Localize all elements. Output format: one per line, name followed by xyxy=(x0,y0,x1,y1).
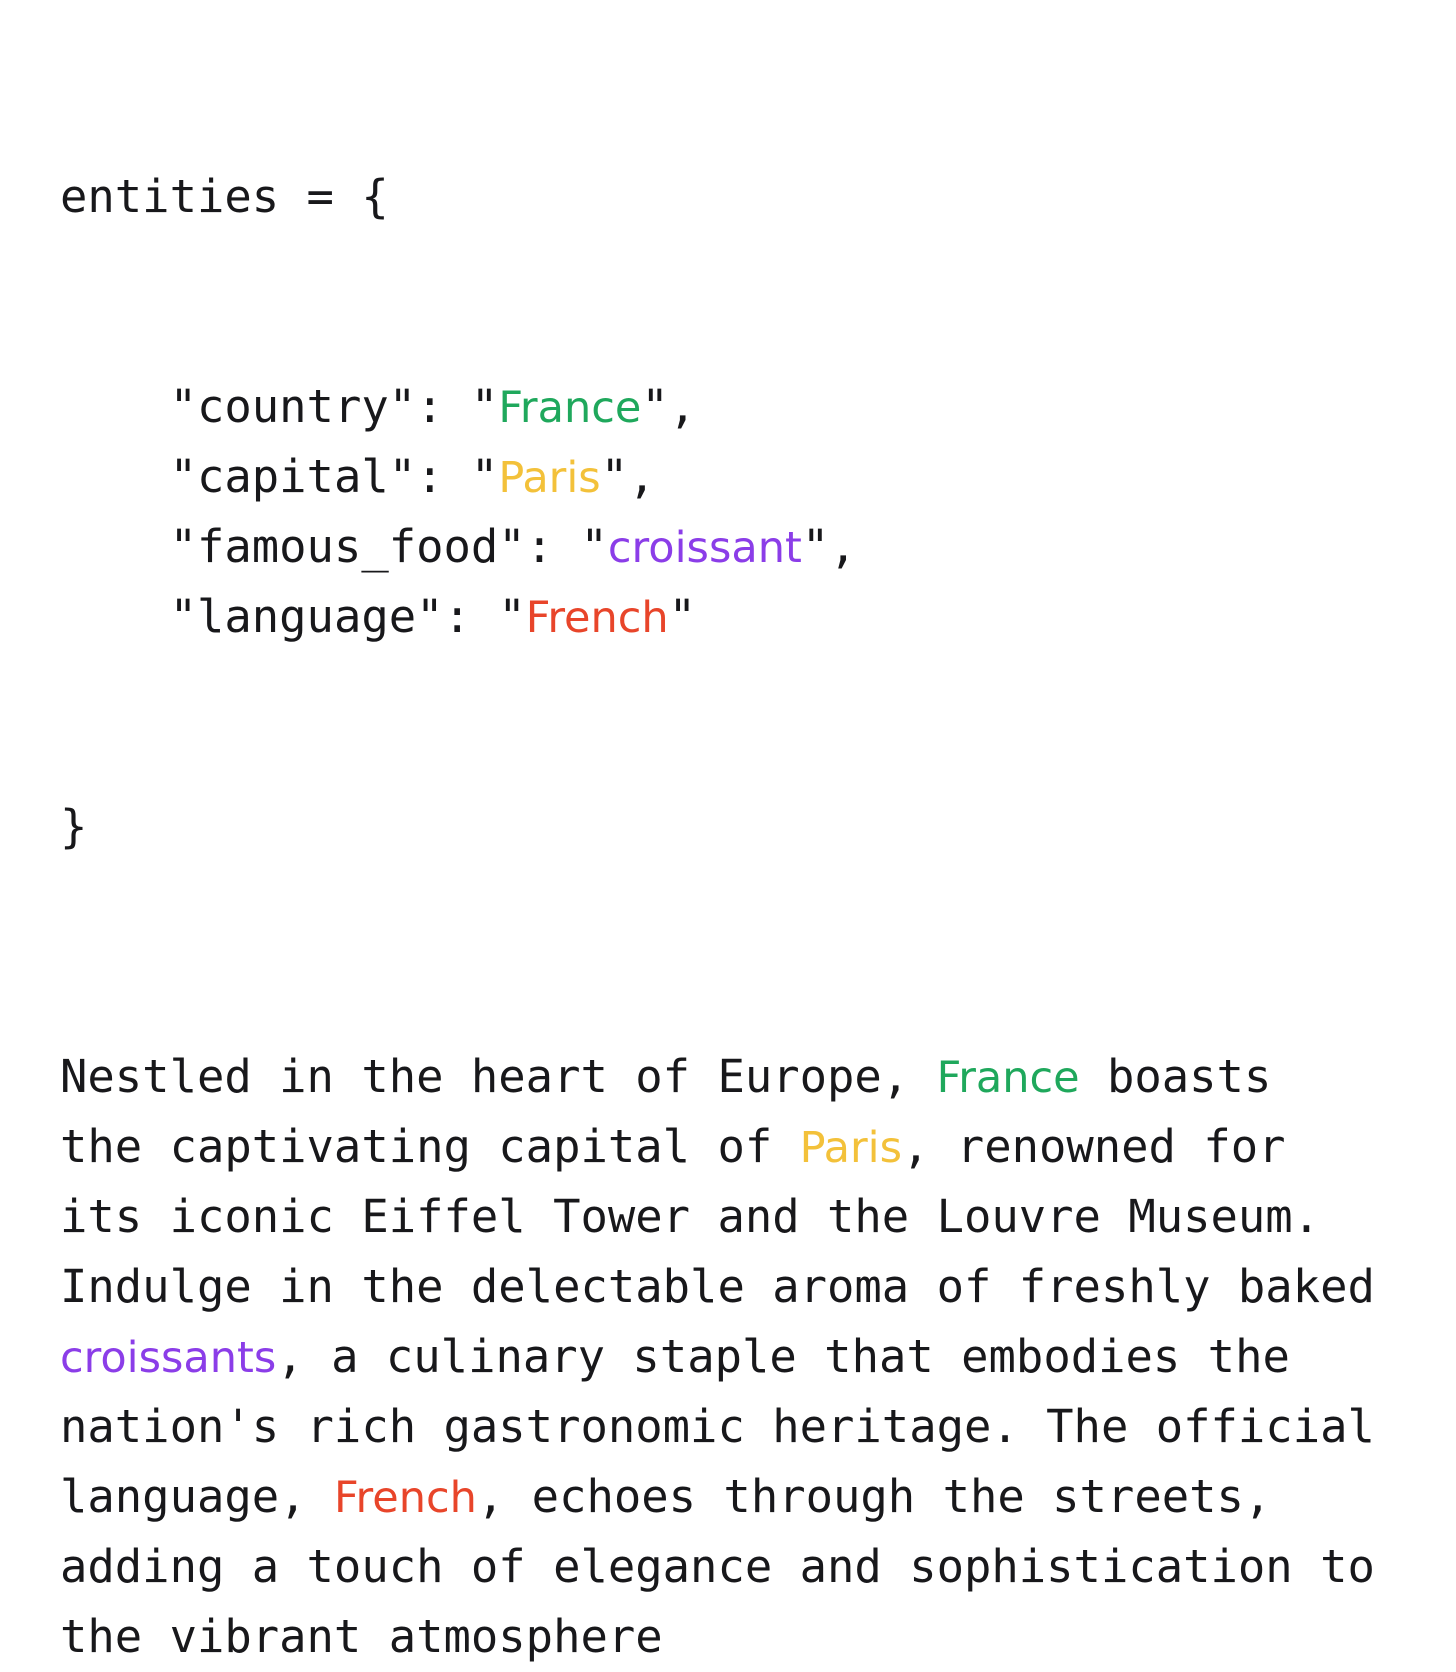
prose-text-segment: the vibrant atmosphere xyxy=(60,1610,663,1663)
narrative-paragraph: Nestled in the heart of Europe, France b… xyxy=(60,1042,1420,1672)
entry-value: croissant xyxy=(607,523,802,573)
entry-indent xyxy=(60,590,170,643)
code-line-entry: "famous_food": "croissant", xyxy=(60,512,1420,582)
prose-text-segment: boasts xyxy=(1079,1050,1272,1103)
entry-close-quote: " xyxy=(801,520,830,573)
code-line-entry: "capital": "Paris", xyxy=(60,442,1420,512)
prose-text-segment: the captivating capital of xyxy=(60,1120,800,1173)
prose-text-segment: nation's rich gastronomic heritage. The … xyxy=(60,1400,1375,1453)
prose-highlight-segment: croissants xyxy=(60,1333,277,1383)
entry-indent xyxy=(60,380,170,433)
prose-text-segment: its iconic Eiffel Tower and the Louvre M… xyxy=(60,1190,1321,1243)
entry-colon: : xyxy=(416,450,471,503)
code-closer-text: } xyxy=(60,800,88,853)
entry-close-quote: " xyxy=(641,380,669,433)
page-root: entities = { "country": "France", "capit… xyxy=(0,0,1456,1663)
entry-open-quote: " xyxy=(470,380,499,433)
code-header-text: entities = { xyxy=(60,170,389,223)
prose-line: nation's rich gastronomic heritage. The … xyxy=(60,1392,1420,1462)
prose-line: the captivating capital of Paris, renown… xyxy=(60,1112,1420,1182)
entry-indent xyxy=(60,520,170,573)
prose-text-segment: , echoes through the streets, xyxy=(476,1470,1272,1523)
entry-key: "language" xyxy=(169,590,444,643)
prose-line: its iconic Eiffel Tower and the Louvre M… xyxy=(60,1182,1420,1252)
prose-text-segment: , a culinary staple that embodies the xyxy=(276,1330,1290,1383)
entry-open-quote: " xyxy=(470,450,499,503)
entry-key: "capital" xyxy=(169,450,417,503)
code-line-entry: "country": "France", xyxy=(60,372,1420,442)
entry-colon: : xyxy=(416,380,471,433)
entry-key: "country" xyxy=(169,380,417,433)
entry-comma: , xyxy=(628,450,656,503)
entry-value: French xyxy=(525,593,669,643)
prose-line: language, French, echoes through the str… xyxy=(60,1462,1420,1532)
entry-key: "famous_food" xyxy=(169,520,526,573)
entities-entry-list: "country": "France", "capital": "Paris",… xyxy=(60,372,1420,652)
entry-indent xyxy=(60,450,170,503)
entry-colon: : xyxy=(525,520,581,573)
prose-line: Nestled in the heart of Europe, France b… xyxy=(60,1042,1420,1112)
code-line-closer: } xyxy=(60,792,1420,862)
entry-close-quote: " xyxy=(600,450,629,503)
prose-line: the vibrant atmosphere xyxy=(60,1602,1420,1672)
prose-text-segment: language, xyxy=(60,1470,334,1523)
entry-open-quote: " xyxy=(498,590,526,643)
entry-comma: , xyxy=(668,380,697,433)
prose-text-segment: , renowned for xyxy=(902,1120,1286,1173)
entry-value: Paris xyxy=(498,453,601,503)
code-line-header: entities = { xyxy=(60,162,1420,232)
prose-text-segment: Indulge in the delectable aroma of fresh… xyxy=(60,1260,1375,1313)
prose-highlight-segment: France xyxy=(936,1053,1080,1103)
prose-highlight-segment: French xyxy=(333,1473,477,1523)
entry-close-quote: " xyxy=(668,590,697,643)
code-line-entry: "language": "French" xyxy=(60,582,1420,652)
prose-highlight-segment: Paris xyxy=(799,1123,903,1173)
prose-line: Indulge in the delectable aroma of fresh… xyxy=(60,1252,1420,1322)
entry-colon: : xyxy=(443,590,499,643)
prose-line: croissants, a culinary staple that embod… xyxy=(60,1322,1420,1392)
content-column: entities = { "country": "France", "capit… xyxy=(60,22,1420,1672)
entry-value: France xyxy=(498,383,642,433)
prose-line: adding a touch of elegance and sophistic… xyxy=(60,1532,1420,1602)
prose-text-segment: Nestled in the heart of Europe, xyxy=(60,1050,937,1103)
entry-open-quote: " xyxy=(580,520,608,573)
entities-code-block: entities = { "country": "France", "capit… xyxy=(60,22,1420,1002)
entry-comma: , xyxy=(829,520,857,573)
prose-text-segment: adding a touch of elegance and sophistic… xyxy=(60,1540,1375,1593)
